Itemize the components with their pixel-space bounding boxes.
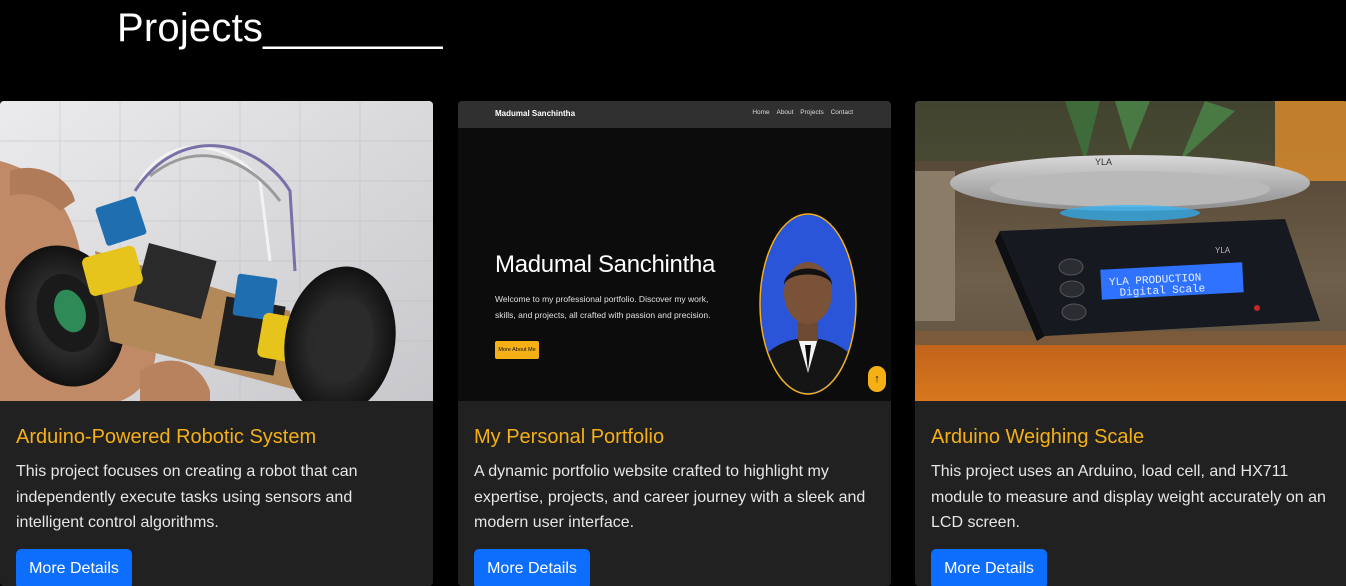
project-card-personal-portfolio: Madumal Sanchintha Home About Projects C…: [458, 101, 891, 586]
project-card-robotic-system: Arduino-Powered Robotic System This proj…: [0, 101, 433, 586]
preview-nav-links: Home About Projects Contact: [747, 109, 853, 116]
preview-nav-contact: Contact: [830, 109, 853, 116]
preview-profile-photo: [759, 213, 857, 395]
project-card-weighing-scale: YLA YLA PRODUCTION Digital Scale YLA Ard…: [915, 101, 1346, 586]
project-image-robot: [0, 101, 433, 401]
project-image-weighing-scale: YLA YLA PRODUCTION Digital Scale YLA: [915, 101, 1346, 401]
preview-hero-text: Welcome to my professional portfolio. Di…: [495, 294, 711, 320]
scroll-up-icon: ↑: [868, 366, 886, 392]
project-image-portfolio: Madumal Sanchintha Home About Projects C…: [458, 101, 891, 401]
project-title: Arduino-Powered Robotic System: [16, 426, 317, 448]
project-description: This project uses an Arduino, load cell,…: [931, 463, 1326, 532]
preview-hero-button: More About Me: [495, 341, 539, 359]
preview-nav-about: About: [776, 109, 794, 116]
plate-label: YLA: [1095, 157, 1112, 167]
preview-nav-projects: Projects: [800, 109, 824, 116]
preview-brand: Madumal Sanchintha: [495, 109, 576, 118]
more-details-button[interactable]: More Details: [474, 549, 590, 586]
project-title: Arduino Weighing Scale: [931, 426, 1145, 448]
more-details-button[interactable]: More Details: [16, 549, 132, 586]
more-details-button[interactable]: More Details: [931, 549, 1047, 586]
project-description: This project focuses on creating a robot…: [16, 463, 358, 532]
preview-nav-home: Home: [752, 109, 770, 116]
preview-navbar: Madumal Sanchintha Home About Projects C…: [458, 101, 891, 128]
project-title: My Personal Portfolio: [474, 426, 665, 448]
section-title: Projects________: [117, 6, 443, 50]
project-description: A dynamic portfolio website crafted to h…: [474, 463, 866, 532]
preview-hero-name: Madumal Sanchintha: [495, 251, 716, 278]
device-label: YLA: [1215, 246, 1231, 255]
